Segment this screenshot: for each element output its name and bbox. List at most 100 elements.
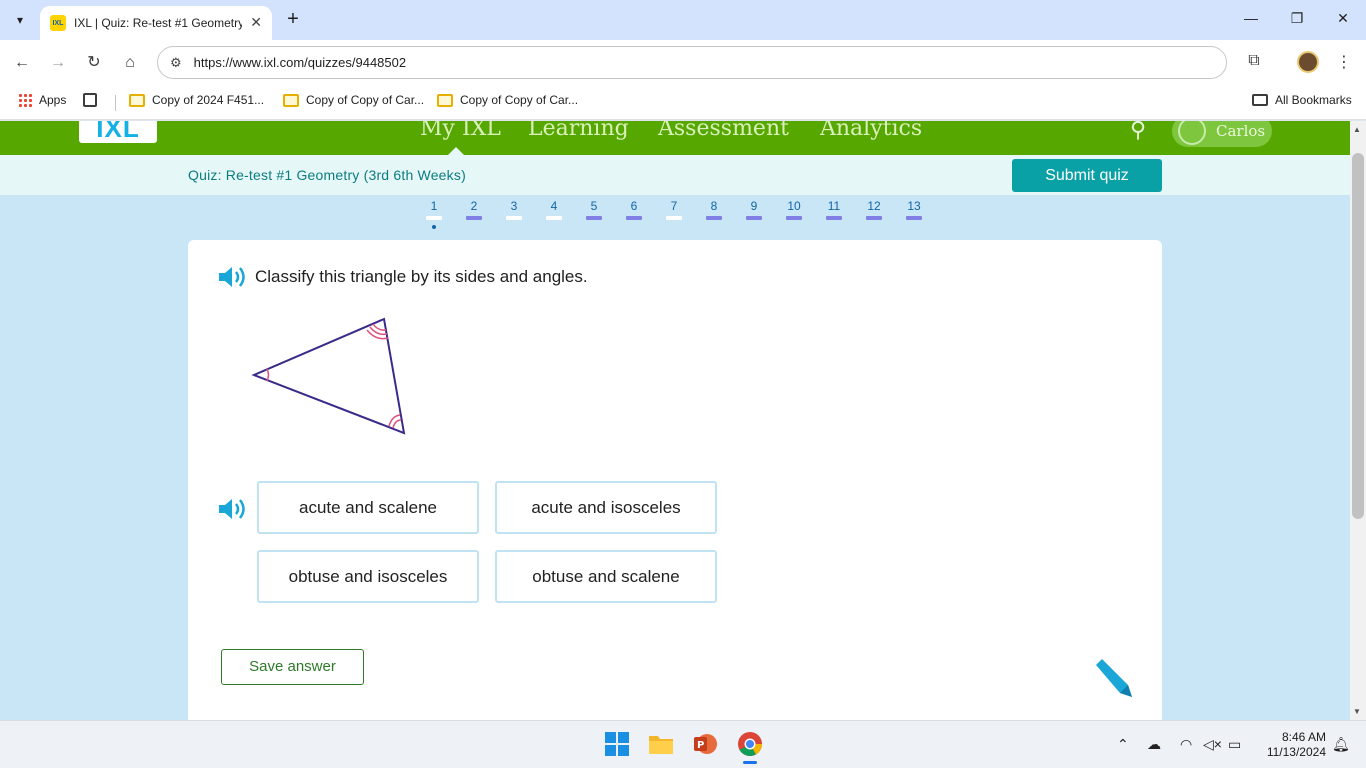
question-number-8[interactable]: 8: [699, 199, 729, 213]
user-avatar-icon: [1178, 121, 1206, 145]
ixl-top-nav: IXL My IXL Learning Assessment Analytics…: [0, 121, 1350, 155]
question-status-bar: [666, 216, 682, 220]
home-icon[interactable]: ⌂: [119, 52, 141, 74]
scroll-up-arrow-icon[interactable]: ▲: [1353, 125, 1361, 134]
new-tab-button[interactable]: +: [282, 8, 304, 30]
bookmark-label: Copy of Copy of Car...: [460, 93, 579, 107]
svg-text:P: P: [697, 740, 704, 751]
question-status-bar: [786, 216, 802, 220]
search-icon[interactable]: ⚲: [1130, 121, 1146, 143]
question-number-1[interactable]: 1: [419, 199, 449, 213]
nav-my-ixl[interactable]: My IXL: [420, 121, 501, 141]
tab-search-dropdown[interactable]: ▾: [8, 8, 32, 32]
profile-avatar[interactable]: [1297, 51, 1319, 73]
triangle-figure: [251, 317, 406, 435]
page-scrollbar[interactable]: ▲ ▼: [1350, 121, 1366, 720]
extensions-puzzle-icon[interactable]: ⧉: [1243, 52, 1265, 70]
back-arrow-icon[interactable]: ←: [11, 52, 33, 74]
clock-date: 11/13/2024: [1266, 745, 1326, 759]
window-close-icon[interactable]: ✕: [1333, 10, 1353, 27]
browser-tab-active[interactable]: IXL IXL | Quiz: Re-test #1 Geometry ✕: [40, 6, 272, 40]
question-number-5[interactable]: 5: [579, 199, 609, 213]
reload-icon[interactable]: ↻: [83, 52, 105, 74]
choice-obtuse-isosceles[interactable]: obtuse and isosceles: [257, 550, 479, 603]
ixl-logo[interactable]: IXL: [79, 121, 157, 143]
question-status-bar: [906, 216, 922, 220]
question-number-3[interactable]: 3: [499, 199, 529, 213]
bookmark-item[interactable]: Copy of Copy of Car...: [283, 93, 424, 107]
choice-acute-scalene[interactable]: acute and scalene: [257, 481, 479, 534]
tab-groups-icon[interactable]: [83, 93, 97, 107]
pencil-icon[interactable]: [1090, 657, 1134, 701]
forward-arrow-icon[interactable]: →: [47, 52, 69, 74]
question-card: Classify this triangle by its sides and …: [188, 240, 1162, 720]
choices-speaker-icon[interactable]: [217, 496, 247, 522]
logo-text: IXL: [96, 121, 140, 143]
file-explorer-icon[interactable]: [648, 731, 674, 757]
question-number-2[interactable]: 2: [459, 199, 489, 213]
bookmark-apps[interactable]: Apps: [18, 93, 66, 107]
question-number-13[interactable]: 13: [899, 199, 929, 213]
nav-analytics[interactable]: Analytics: [820, 121, 922, 141]
bookmark-item[interactable]: Copy of 2024 F451...: [129, 93, 264, 107]
minimize-icon[interactable]: —: [1241, 10, 1261, 26]
user-menu[interactable]: Carlos: [1172, 121, 1272, 147]
volume-muted-icon[interactable]: ◁×: [1203, 736, 1222, 753]
question-status-bar: [706, 216, 722, 220]
question-number-7[interactable]: 7: [659, 199, 689, 213]
user-name: Carlos: [1216, 122, 1266, 140]
tab-title: IXL | Quiz: Re-test #1 Geometry: [74, 16, 242, 30]
windows-taskbar: P ⌃ ☁ ◠ ◁× ▭ 8:46 AM 11/13/2024 🔔︎: [0, 720, 1366, 768]
restore-icon[interactable]: ❐: [1287, 10, 1307, 27]
slides-file-icon: [283, 93, 299, 107]
question-status-bar: [546, 216, 562, 220]
quiz-title: Quiz: Re-test #1 Geometry (3rd 6th Weeks…: [188, 167, 466, 183]
page-viewport: IXL My IXL Learning Assessment Analytics…: [0, 121, 1350, 720]
nav-learning[interactable]: Learning: [528, 121, 629, 141]
site-info-icon[interactable]: ⚙: [170, 55, 182, 71]
onedrive-offline-icon[interactable]: ☁: [1147, 736, 1161, 753]
question-status-bar: [626, 216, 642, 220]
close-icon[interactable]: ✕: [250, 14, 262, 31]
bookmark-item[interactable]: Copy of Copy of Car...: [437, 93, 578, 107]
battery-icon[interactable]: ▭: [1228, 736, 1241, 753]
address-bar[interactable]: ⚙ https://www.ixl.com/quizzes/9448502: [157, 46, 1227, 79]
question-text: Classify this triangle by its sides and …: [255, 267, 588, 286]
windows-start-icon[interactable]: [604, 731, 630, 757]
folder-icon: [1252, 94, 1268, 106]
tray-chevron-up-icon[interactable]: ⌃: [1117, 736, 1129, 753]
grid-square-icon: [83, 93, 97, 107]
notification-bell-icon[interactable]: 🔔︎: [1332, 736, 1350, 753]
kebab-menu-icon[interactable]: ⋮: [1333, 52, 1355, 72]
scroll-thumb[interactable]: [1352, 153, 1364, 519]
question-number-10[interactable]: 10: [779, 199, 809, 213]
system-clock[interactable]: 8:46 AM 11/13/2024: [1256, 730, 1326, 760]
chrome-icon[interactable]: [737, 731, 763, 757]
nav-assessment[interactable]: Assessment: [658, 121, 789, 141]
choice-obtuse-scalene[interactable]: obtuse and scalene: [495, 550, 717, 603]
question-status-bar: [466, 216, 482, 220]
question-number-12[interactable]: 12: [859, 199, 889, 213]
wifi-icon[interactable]: ◠: [1180, 736, 1192, 753]
browser-toolbar: ← → ↻ ⌂ ⚙ https://www.ixl.com/quizzes/94…: [0, 40, 1366, 86]
all-bookmarks[interactable]: All Bookmarks: [1252, 93, 1352, 107]
powerpoint-icon[interactable]: P: [692, 731, 718, 757]
angle-mark-left: [266, 368, 270, 382]
question-number-9[interactable]: 9: [739, 199, 769, 213]
question-status-bar: [426, 216, 442, 220]
speaker-icon[interactable]: [217, 264, 247, 290]
question-status-bar: [506, 216, 522, 220]
slides-file-icon: [437, 93, 453, 107]
submit-quiz-button[interactable]: Submit quiz: [1012, 159, 1162, 192]
bookmarks-bar: Apps Copy of 2024 F451... Copy of Copy o…: [0, 86, 1366, 120]
question-number-11[interactable]: 11: [819, 199, 849, 213]
save-answer-button[interactable]: Save answer: [221, 649, 364, 685]
choice-acute-isosceles[interactable]: acute and isosceles: [495, 481, 717, 534]
scroll-down-arrow-icon[interactable]: ▼: [1353, 707, 1361, 716]
question-number-6[interactable]: 6: [619, 199, 649, 213]
question-number-4[interactable]: 4: [539, 199, 569, 213]
tab-strip: ▾ IXL IXL | Quiz: Re-test #1 Geometry ✕ …: [0, 0, 1366, 40]
question-navigator: 1 2 3 4 5 6 7 8 9 10 11 12 13: [0, 199, 1350, 229]
current-question-dot: [432, 225, 436, 229]
favicon-text: IXL: [52, 19, 64, 27]
